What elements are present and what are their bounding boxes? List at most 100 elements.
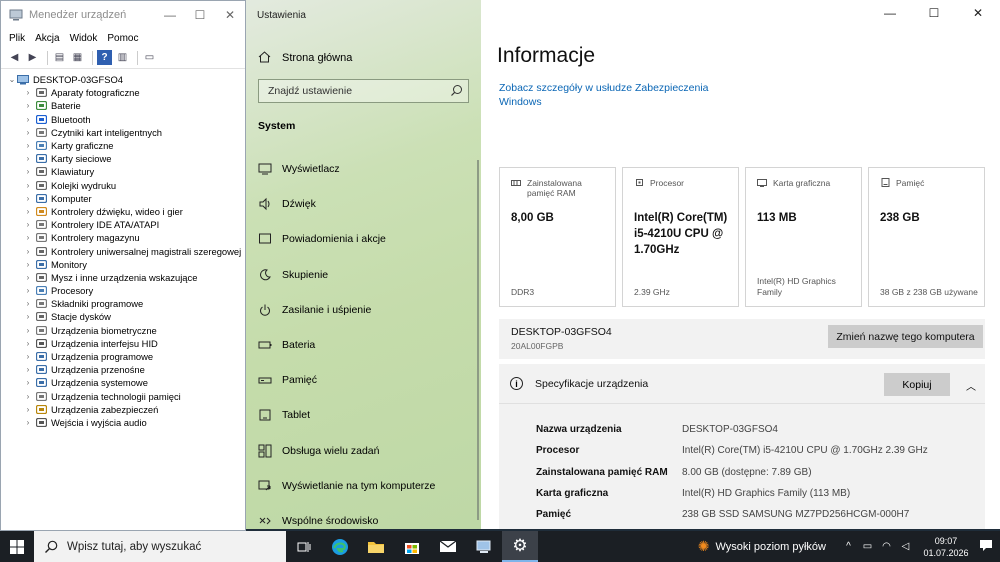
tree-node[interactable]: › Kontrolery magazynu <box>7 231 245 244</box>
nav-item[interactable]: Bateria <box>258 337 315 353</box>
notification-center-icon[interactable] <box>976 539 996 555</box>
tree-node[interactable]: › Klawiatury <box>7 165 245 178</box>
tree-node[interactable]: › Urządzenia programowe <box>7 350 245 363</box>
settings-maximize-button[interactable]: ☐ <box>912 6 956 20</box>
settings-minimize-button[interactable]: — <box>868 6 912 20</box>
battery-icon[interactable]: ▭ <box>859 541 876 552</box>
tree-node[interactable]: › Urządzenia zabezpieczeń <box>7 403 245 416</box>
nav-scrollbar[interactable] <box>477 160 479 520</box>
menu-action[interactable]: Akcja <box>35 33 59 44</box>
chevron-right-icon[interactable]: › <box>23 352 33 361</box>
menu-file[interactable]: Plik <box>9 33 25 44</box>
chevron-right-icon[interactable]: › <box>23 312 33 321</box>
wifi-icon[interactable]: ◠ <box>878 541 895 552</box>
tree-node[interactable]: › Składniki programowe <box>7 297 245 310</box>
nav-item[interactable]: Pamięć <box>258 372 317 388</box>
tree-node[interactable]: › Urządzenia biometryczne <box>7 324 245 337</box>
tree-node[interactable]: › Urządzenia technologii pamięci <box>7 390 245 403</box>
chevron-right-icon[interactable]: › <box>23 247 33 256</box>
chevron-right-icon[interactable]: › <box>23 405 33 414</box>
tree-node[interactable]: › Kontrolery dźwięku, wideo i gier <box>7 205 245 218</box>
settings-taskbar-icon[interactable]: ⚙ <box>502 531 538 562</box>
chevron-up-icon[interactable]: ^ <box>840 541 857 552</box>
settings-close-button[interactable]: ✕ <box>956 6 1000 20</box>
security-details-link[interactable]: Zobacz szczegóły w usłudze Zabezpieczeni… <box>499 81 719 109</box>
properties-icon[interactable]: ▤ <box>52 50 67 65</box>
chevron-right-icon[interactable]: › <box>23 365 33 374</box>
tree-node[interactable]: › Kontrolery IDE ATA/ATAPI <box>7 218 245 231</box>
task-view-icon[interactable] <box>286 531 322 562</box>
chevron-right-icon[interactable]: › <box>23 326 33 335</box>
chevron-right-icon[interactable]: › <box>23 220 33 229</box>
nav-item[interactable]: Obsługa wielu zadań <box>258 443 379 459</box>
close-button[interactable]: ✕ <box>215 8 245 22</box>
tree-node[interactable]: › Komputer <box>7 192 245 205</box>
tree-node[interactable]: › Stacje dysków <box>7 310 245 323</box>
nav-home[interactable]: Strona główna <box>258 50 352 66</box>
chevron-right-icon[interactable]: › <box>23 88 33 97</box>
chevron-right-icon[interactable]: › <box>23 286 33 295</box>
nav-item[interactable]: Tablet <box>258 407 310 423</box>
chevron-right-icon[interactable]: › <box>23 260 33 269</box>
tree-node[interactable]: › Karty graficzne <box>7 139 245 152</box>
tree-node[interactable]: › Bluetooth <box>7 113 245 126</box>
nav-item[interactable]: Dźwięk <box>258 196 316 212</box>
chevron-right-icon[interactable]: › <box>23 181 33 190</box>
chevron-right-icon[interactable]: › <box>23 101 33 110</box>
search-icon[interactable] <box>450 84 463 97</box>
chevron-right-icon[interactable]: › <box>23 167 33 176</box>
tree-node[interactable]: › Urządzenia systemowe <box>7 376 245 389</box>
chevron-right-icon[interactable]: › <box>23 233 33 242</box>
taskbar-search-input[interactable]: Wpisz tutaj, aby wyszukać <box>34 531 286 562</box>
chevron-right-icon[interactable]: › <box>23 115 33 124</box>
rename-pc-button[interactable]: Zmień nazwę tego komputera <box>828 325 983 348</box>
chevron-right-icon[interactable]: › <box>23 154 33 163</box>
chevron-down-icon[interactable]: ⌄ <box>7 75 17 84</box>
weather-widget[interactable]: ✺ Wysoki poziom pyłków <box>698 538 826 555</box>
nav-item[interactable]: Zasilanie i uśpienie <box>258 302 371 318</box>
tree-node[interactable]: › Mysz i inne urządzenia wskazujące <box>7 271 245 284</box>
tree-node[interactable]: › Baterie <box>7 99 245 112</box>
chevron-up-icon[interactable]: ︿ <box>966 378 976 393</box>
file-explorer-icon[interactable] <box>358 531 394 562</box>
maximize-button[interactable]: ☐ <box>185 8 215 22</box>
tree-node[interactable]: › Kontrolery uniwersalnej magistrali szer… <box>7 244 245 257</box>
settings-search-input[interactable]: Znajdź ustawienie <box>258 79 469 103</box>
store-icon[interactable] <box>394 531 430 562</box>
help-icon[interactable]: ? <box>97 50 112 65</box>
tree-root[interactable]: ⌄ DESKTOP-03GFSO4 <box>7 73 245 86</box>
tree-node[interactable]: › Wejścia i wyjścia audio <box>7 416 245 429</box>
tree-node[interactable]: › Kolejki wydruku <box>7 179 245 192</box>
nav-item[interactable]: Wspólne środowisko <box>258 513 378 529</box>
tree-node[interactable]: › Czytniki kart inteligentnych <box>7 126 245 139</box>
menu-help[interactable]: Pomoc <box>107 33 138 44</box>
view-icon[interactable]: ▥ <box>115 50 130 65</box>
chevron-right-icon[interactable]: › <box>23 194 33 203</box>
device-specs-header[interactable]: i Specyfikacje urządzenia Kopiuj ︿ <box>499 364 985 404</box>
tree-node[interactable]: › Urządzenia interfejsu HID <box>7 337 245 350</box>
chevron-right-icon[interactable]: › <box>23 418 33 427</box>
chevron-right-icon[interactable]: › <box>23 378 33 387</box>
start-button[interactable] <box>0 531 34 562</box>
tree-node[interactable]: › Urządzenia przenośne <box>7 363 245 376</box>
chevron-right-icon[interactable]: › <box>23 392 33 401</box>
tree-node[interactable]: › Monitory <box>7 258 245 271</box>
tree-node[interactable]: › Aparaty fotograficzne <box>7 86 245 99</box>
menu-view[interactable]: Widok <box>70 33 98 44</box>
show-hide-icon[interactable]: ▦ <box>70 50 85 65</box>
edge-browser-icon[interactable] <box>322 531 358 562</box>
mail-icon[interactable] <box>430 531 466 562</box>
tree-node[interactable]: › Karty sieciowe <box>7 152 245 165</box>
tree-node[interactable]: › Procesory <box>7 284 245 297</box>
chevron-right-icon[interactable]: › <box>23 273 33 282</box>
forward-arrow-icon[interactable]: ▶ <box>25 50 40 65</box>
chevron-right-icon[interactable]: › <box>23 128 33 137</box>
volume-icon[interactable]: ◁ <box>897 541 914 552</box>
nav-item[interactable]: Wyświetlacz <box>258 161 340 177</box>
back-arrow-icon[interactable]: ◀ <box>7 50 22 65</box>
copy-button[interactable]: Kopiuj <box>884 373 950 396</box>
chevron-right-icon[interactable]: › <box>23 339 33 348</box>
monitor-scan-icon[interactable]: ▭ <box>142 50 157 65</box>
minimize-button[interactable]: — <box>155 8 185 22</box>
device-manager-taskbar-icon[interactable] <box>466 531 502 562</box>
